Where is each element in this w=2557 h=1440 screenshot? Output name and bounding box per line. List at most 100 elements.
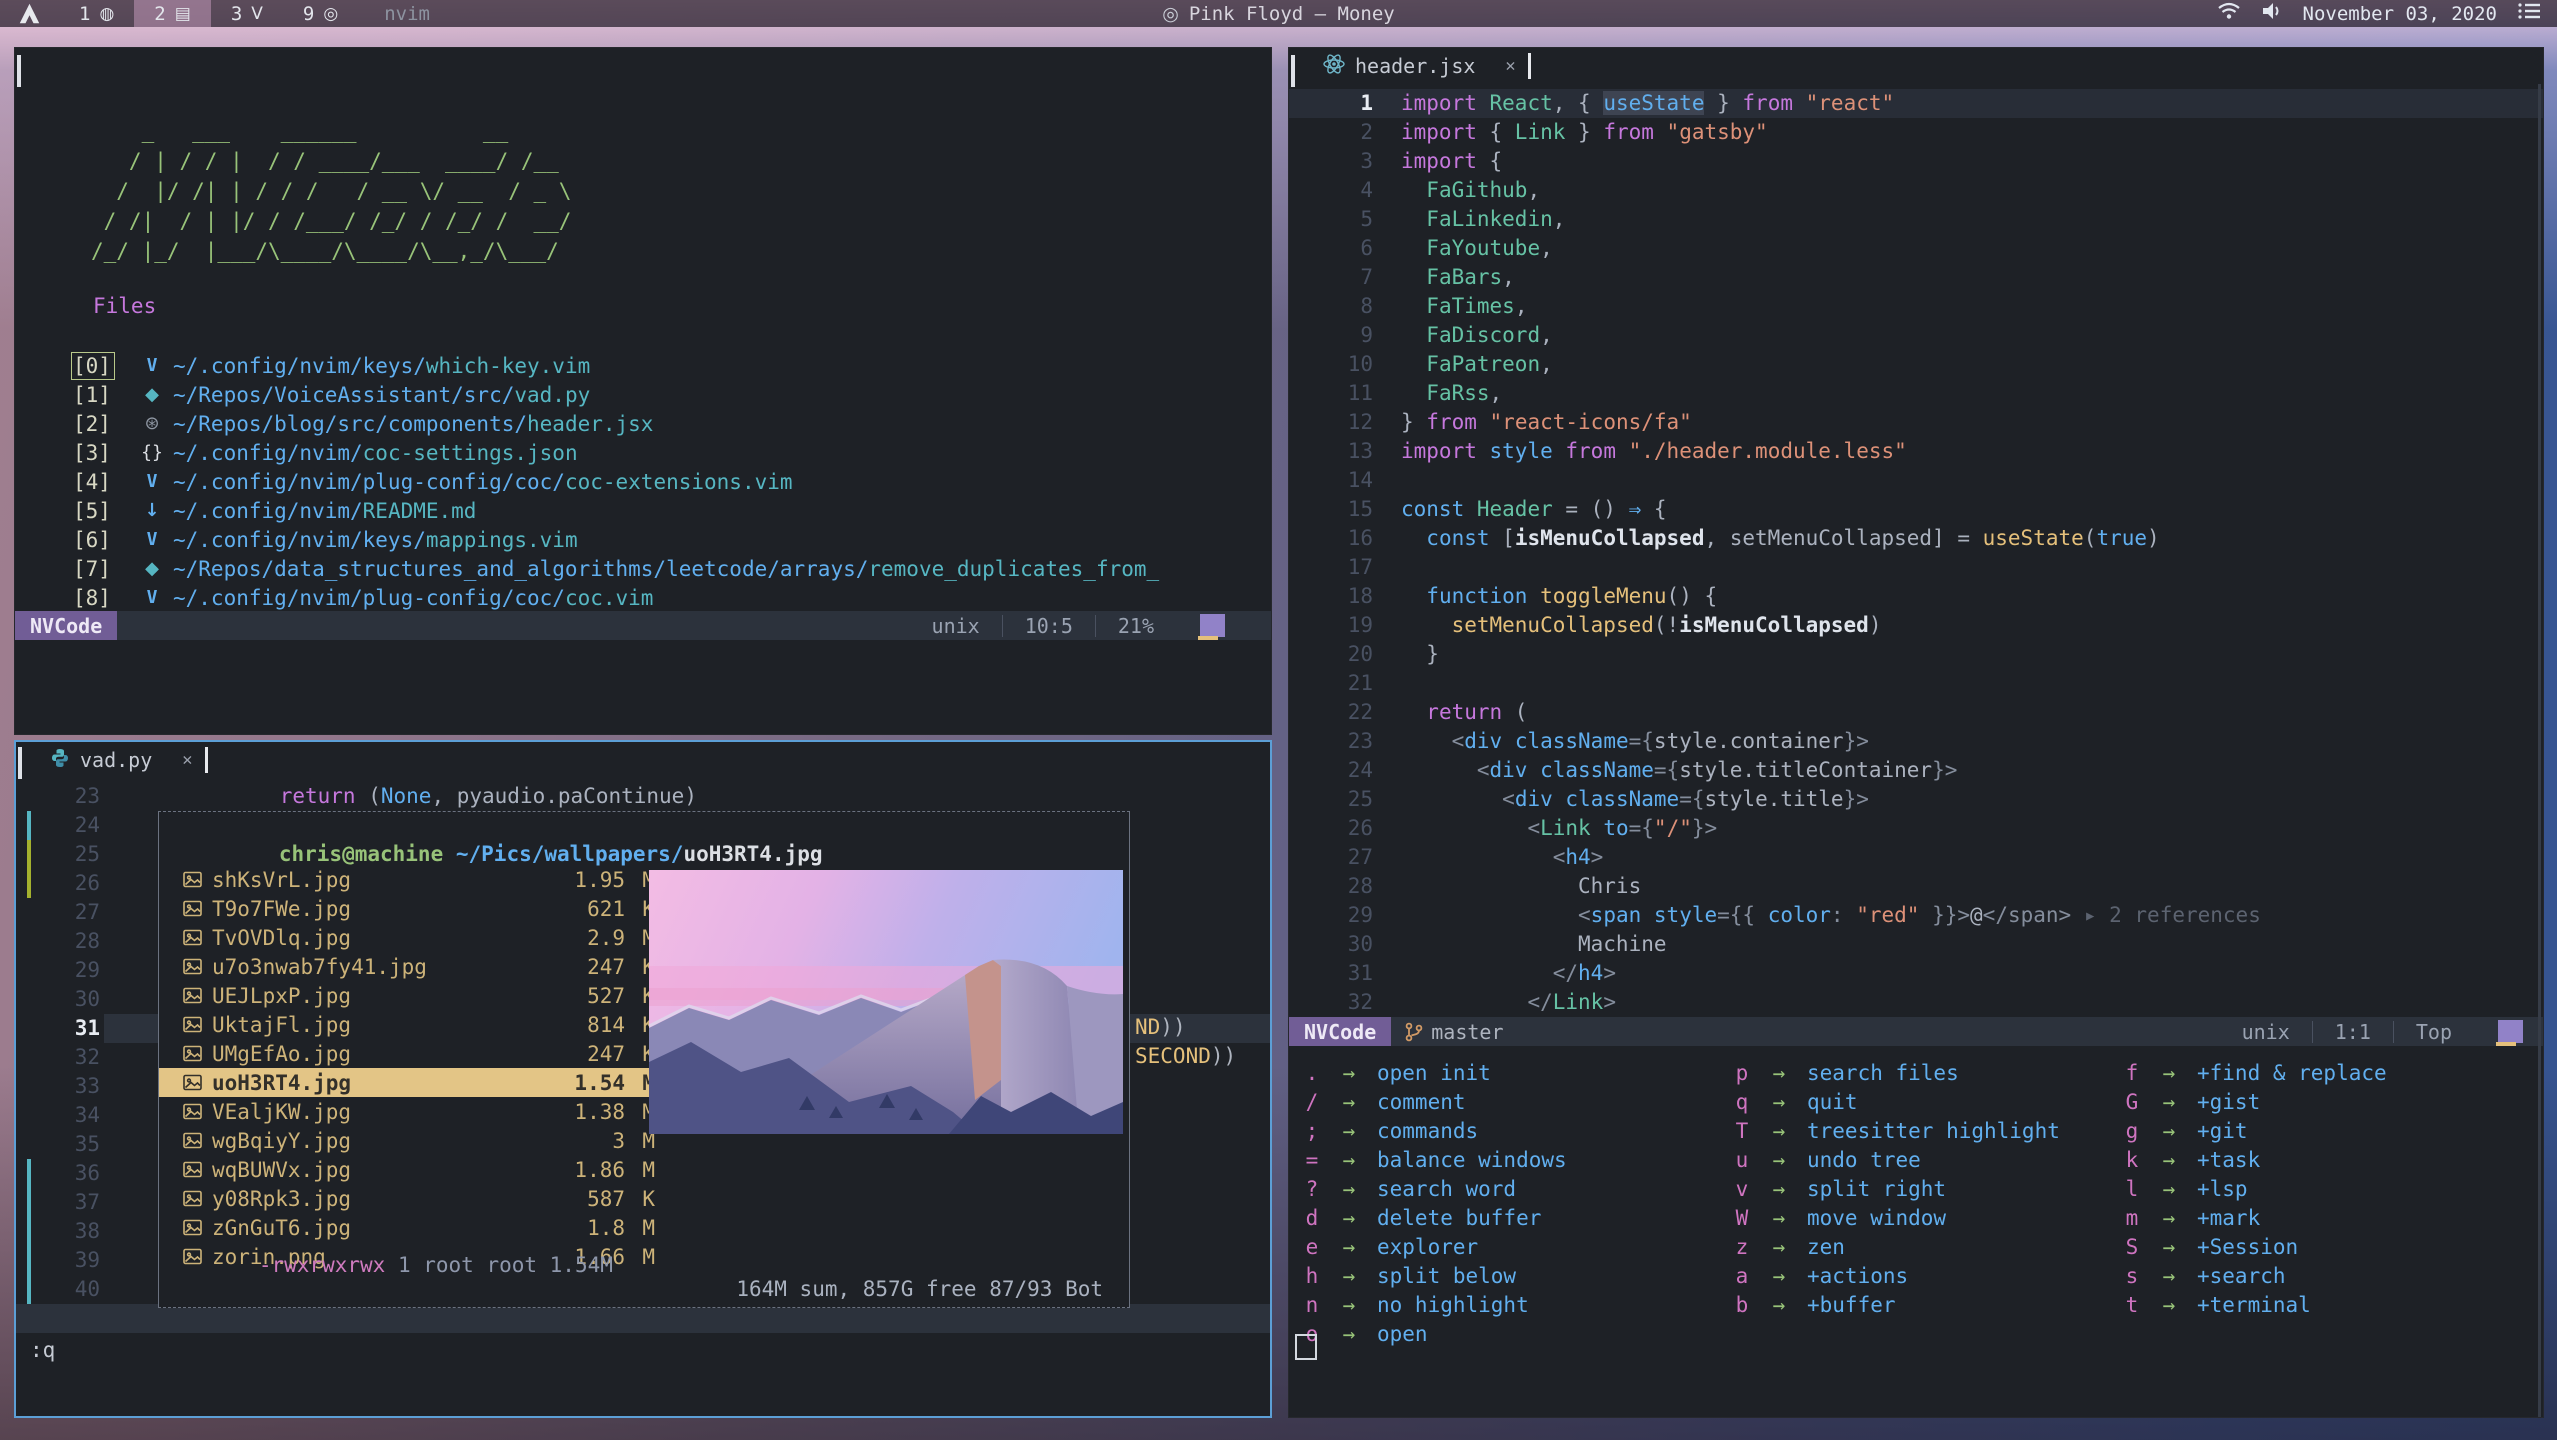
code-line[interactable]: 8 FaTimes, (1289, 292, 2543, 321)
fm-file-row[interactable]: shKsVrL.jpg 1.95 M (159, 865, 655, 894)
code-line[interactable]: 17 (1289, 553, 2543, 582)
whichkey-item[interactable]: T → treesitter highlight (1727, 1116, 2060, 1145)
code-line[interactable]: 4 FaGithub, (1289, 176, 2543, 205)
whichkey-item[interactable]: . → open init (1297, 1058, 1567, 1087)
code-line[interactable]: 11 FaRss, (1289, 379, 2543, 408)
image-file-icon (183, 1190, 202, 1207)
whichkey-item[interactable]: a → +actions (1727, 1261, 2060, 1290)
code-line[interactable]: 3 import { (1289, 147, 2543, 176)
workspace-button[interactable]: 9 ◎ (283, 0, 358, 27)
whichkey-item[interactable]: t → +terminal (2117, 1290, 2387, 1319)
tab-caret (1528, 53, 1531, 79)
startify-entry[interactable]: [7] ◆ ~/Repos/data_structures_and_algori… (15, 554, 1271, 583)
whichkey-item[interactable]: / → comment (1297, 1087, 1567, 1116)
whichkey-item[interactable]: o → open (1297, 1319, 1567, 1348)
workspace-button[interactable]: 2 ▤ (134, 0, 211, 27)
startify-entry[interactable]: [0] V ~/.config/nvim/keys/ which-key.vim (15, 351, 1271, 380)
code-line[interactable]: 1 import React, { useState } from "react… (1289, 89, 2543, 118)
whichkey-item[interactable]: n → no highlight (1297, 1290, 1567, 1319)
command-line-cursor[interactable] (1295, 1334, 1317, 1360)
fm-file-row[interactable]: uoH3RT4.jpg 1.54 M (159, 1068, 655, 1097)
command-line[interactable]: :q (30, 1338, 55, 1362)
code-line[interactable]: 28 Chris (1289, 872, 2543, 901)
startify-entry[interactable]: [1] ◆ ~/Repos/VoiceAssistant/src/ vad.py (15, 380, 1271, 409)
tab-close-icon[interactable]: ✕ (1505, 56, 1515, 76)
fm-file-row[interactable]: y08Rpk3.jpg 587 K (159, 1184, 655, 1213)
whichkey-item[interactable]: e → explorer (1297, 1232, 1567, 1261)
whichkey-item[interactable]: u → undo tree (1727, 1145, 2060, 1174)
whichkey-item[interactable]: G → +gist (2117, 1087, 2387, 1116)
startify-entry[interactable]: [8] V ~/.config/nvim/plug-config/coc/ co… (15, 583, 1271, 612)
code-line[interactable]: 2 import { Link } from "gatsby" (1289, 118, 2543, 147)
fm-file-row[interactable]: u7o3nwab7fy41.jpg 247 K (159, 952, 655, 981)
code-line[interactable]: 7 FaBars, (1289, 263, 2543, 292)
whichkey-item[interactable]: s → +search (2117, 1261, 2387, 1290)
whichkey-item[interactable]: l → +lsp (2117, 1174, 2387, 1203)
tab-label[interactable]: vad.py (80, 748, 152, 772)
code-line[interactable]: 13 import style from "./header.module.le… (1289, 437, 2543, 466)
code-line[interactable]: 9 FaDiscord, (1289, 321, 2543, 350)
code-line[interactable]: 24 <div className={style.titleContainer}… (1289, 756, 2543, 785)
code-line[interactable]: 16 const [isMenuCollapsed, setMenuCollap… (1289, 524, 2543, 553)
code-line[interactable]: 14 (1289, 466, 2543, 495)
whichkey-item[interactable]: ? → search word (1297, 1174, 1567, 1203)
gitsign-change (27, 1159, 31, 1304)
tab-label[interactable]: header.jsx (1355, 54, 1475, 78)
whichkey-item[interactable]: v → split right (1727, 1174, 2060, 1203)
whichkey-item[interactable]: q → quit (1727, 1087, 2060, 1116)
startify-entry[interactable]: [5] ↓ ~/.config/nvim/ README.md (15, 496, 1271, 525)
arrow-icon: → (1757, 1148, 1801, 1172)
fm-file-row[interactable]: UktajFl.jpg 814 K (159, 1010, 655, 1039)
fm-file-row[interactable]: T9o7FWe.jpg 621 K (159, 894, 655, 923)
code-line[interactable]: 6 FaYoutube, (1289, 234, 2543, 263)
menu-icon[interactable] (2517, 1, 2541, 26)
whichkey-item[interactable]: d → delete buffer (1297, 1203, 1567, 1232)
whichkey-item[interactable]: f → +find & replace (2117, 1058, 2387, 1087)
whichkey-item[interactable]: g → +git (2117, 1116, 2387, 1145)
code-line[interactable]: 29 <span style={{ color: "red" }}>@</spa… (1289, 901, 2543, 930)
whichkey-item[interactable]: h → split below (1297, 1261, 1567, 1290)
fm-file-row[interactable]: wqBUWVx.jpg 1.86 M (159, 1155, 655, 1184)
code-line[interactable]: 31 </h4> (1289, 959, 2543, 988)
code-line[interactable]: 25 <div className={style.title}> (1289, 785, 2543, 814)
code-line[interactable]: 23 return (None, pyaudio.paContinue) (16, 782, 1270, 811)
code-line[interactable]: 22 return ( (1289, 698, 2543, 727)
code-line[interactable]: 26 <Link to={"/"}> (1289, 814, 2543, 843)
whichkey-item[interactable]: z → zen (1727, 1232, 2060, 1261)
code-line[interactable]: 19 setMenuCollapsed(!isMenuCollapsed) (1289, 611, 2543, 640)
fm-file-row[interactable]: UMgEfAo.jpg 247 K (159, 1039, 655, 1068)
code-line[interactable]: 21 (1289, 669, 2543, 698)
whichkey-item[interactable]: b → +buffer (1727, 1290, 2060, 1319)
fm-file-row[interactable]: TvOVDlq.jpg 2.9 M (159, 923, 655, 952)
fm-file-row[interactable]: wgBqiyY.jpg 3 M (159, 1126, 655, 1155)
fm-file-row[interactable]: VEaljKW.jpg 1.38 M (159, 1097, 655, 1126)
code-line[interactable]: 15 const Header = () ⇒ { (1289, 495, 2543, 524)
code-line[interactable]: 18 function toggleMenu() { (1289, 582, 2543, 611)
whichkey-item[interactable]: m → +mark (2117, 1203, 2387, 1232)
fm-file-row[interactable]: UEJLpxP.jpg 527 K (159, 981, 655, 1010)
startify-entry[interactable]: [3] {} ~/.config/nvim/ coc-settings.json (15, 438, 1271, 467)
whichkey-item[interactable]: = → balance windows (1297, 1145, 1567, 1174)
code-line[interactable]: 23 <div className={style.container}> (1289, 727, 2543, 756)
whichkey-item[interactable]: p → search files (1727, 1058, 2060, 1087)
code-line[interactable]: 32 </Link> (1289, 988, 2543, 1017)
code-line[interactable]: 5 FaLinkedin, (1289, 205, 2543, 234)
code-line[interactable]: 30 Machine (1289, 930, 2543, 959)
whichkey-item[interactable]: k → +task (2117, 1145, 2387, 1174)
startify-entry[interactable]: [4] V ~/.config/nvim/plug-config/coc/ co… (15, 467, 1271, 496)
tab-close-icon[interactable]: ✕ (182, 750, 192, 770)
arrow-icon: → (1327, 1206, 1371, 1230)
code-line[interactable]: 12 } from "react-icons/fa" (1289, 408, 2543, 437)
workspace-button[interactable]: 3 V (211, 0, 283, 27)
whichkey-item[interactable]: W → move window (1727, 1203, 2060, 1232)
code-line[interactable]: 20 } (1289, 640, 2543, 669)
whichkey-item[interactable]: ; → commands (1297, 1116, 1567, 1145)
startify-entry[interactable]: [2] ⊛ ~/Repos/blog/src/components/ heade… (15, 409, 1271, 438)
workspace-button[interactable]: 1 ◍ (59, 0, 134, 27)
now-playing-text: Pink Floyd – Money (1189, 3, 1395, 25)
startify-entry[interactable]: [6] V ~/.config/nvim/keys/ mappings.vim (15, 525, 1271, 554)
whichkey-item[interactable]: S → +Session (2117, 1232, 2387, 1261)
code-line[interactable]: 10 FaPatreon, (1289, 350, 2543, 379)
code-line[interactable]: 27 <h4> (1289, 843, 2543, 872)
scrollbar[interactable] (2538, 84, 2541, 1417)
